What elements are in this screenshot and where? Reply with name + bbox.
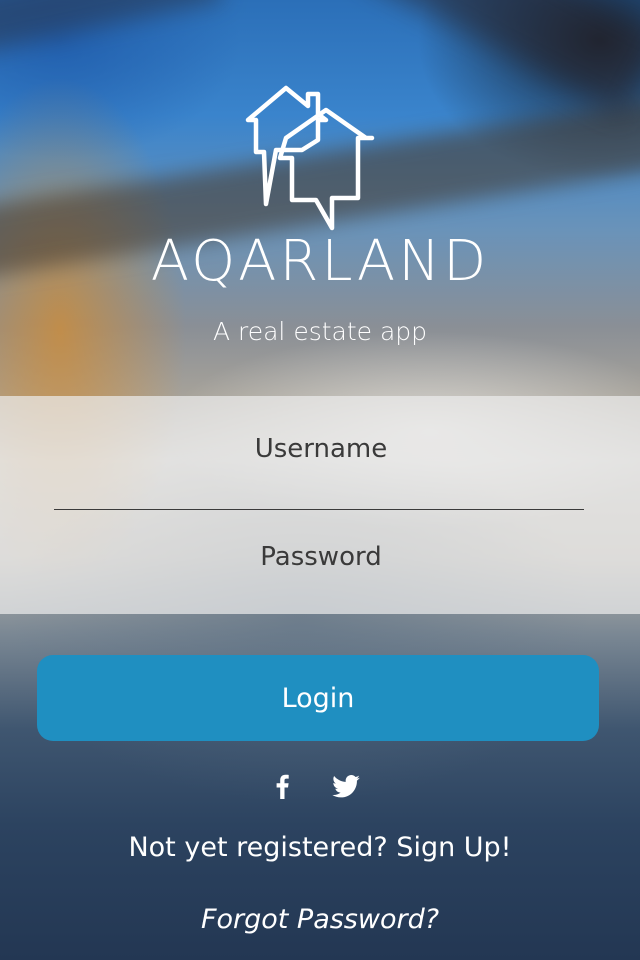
- twitter-login-button[interactable]: [326, 766, 366, 806]
- app-tagline: A real estate app: [212, 317, 428, 346]
- house-speech-bubbles-icon: [245, 85, 375, 231]
- twitter-icon: [332, 774, 360, 797]
- background-beam: [356, 0, 640, 116]
- field-divider: [54, 509, 584, 510]
- login-button[interactable]: Login: [37, 655, 599, 741]
- background-beam: [0, 0, 224, 59]
- app-name: AQARLAND: [150, 229, 490, 294]
- facebook-icon: [276, 774, 289, 799]
- forgot-password-link[interactable]: Forgot Password?: [0, 898, 640, 942]
- username-field[interactable]: [54, 418, 588, 480]
- facebook-login-button[interactable]: [262, 766, 302, 806]
- signup-link[interactable]: Not yet registered? Sign Up!: [0, 826, 640, 870]
- password-field[interactable]: [54, 526, 588, 588]
